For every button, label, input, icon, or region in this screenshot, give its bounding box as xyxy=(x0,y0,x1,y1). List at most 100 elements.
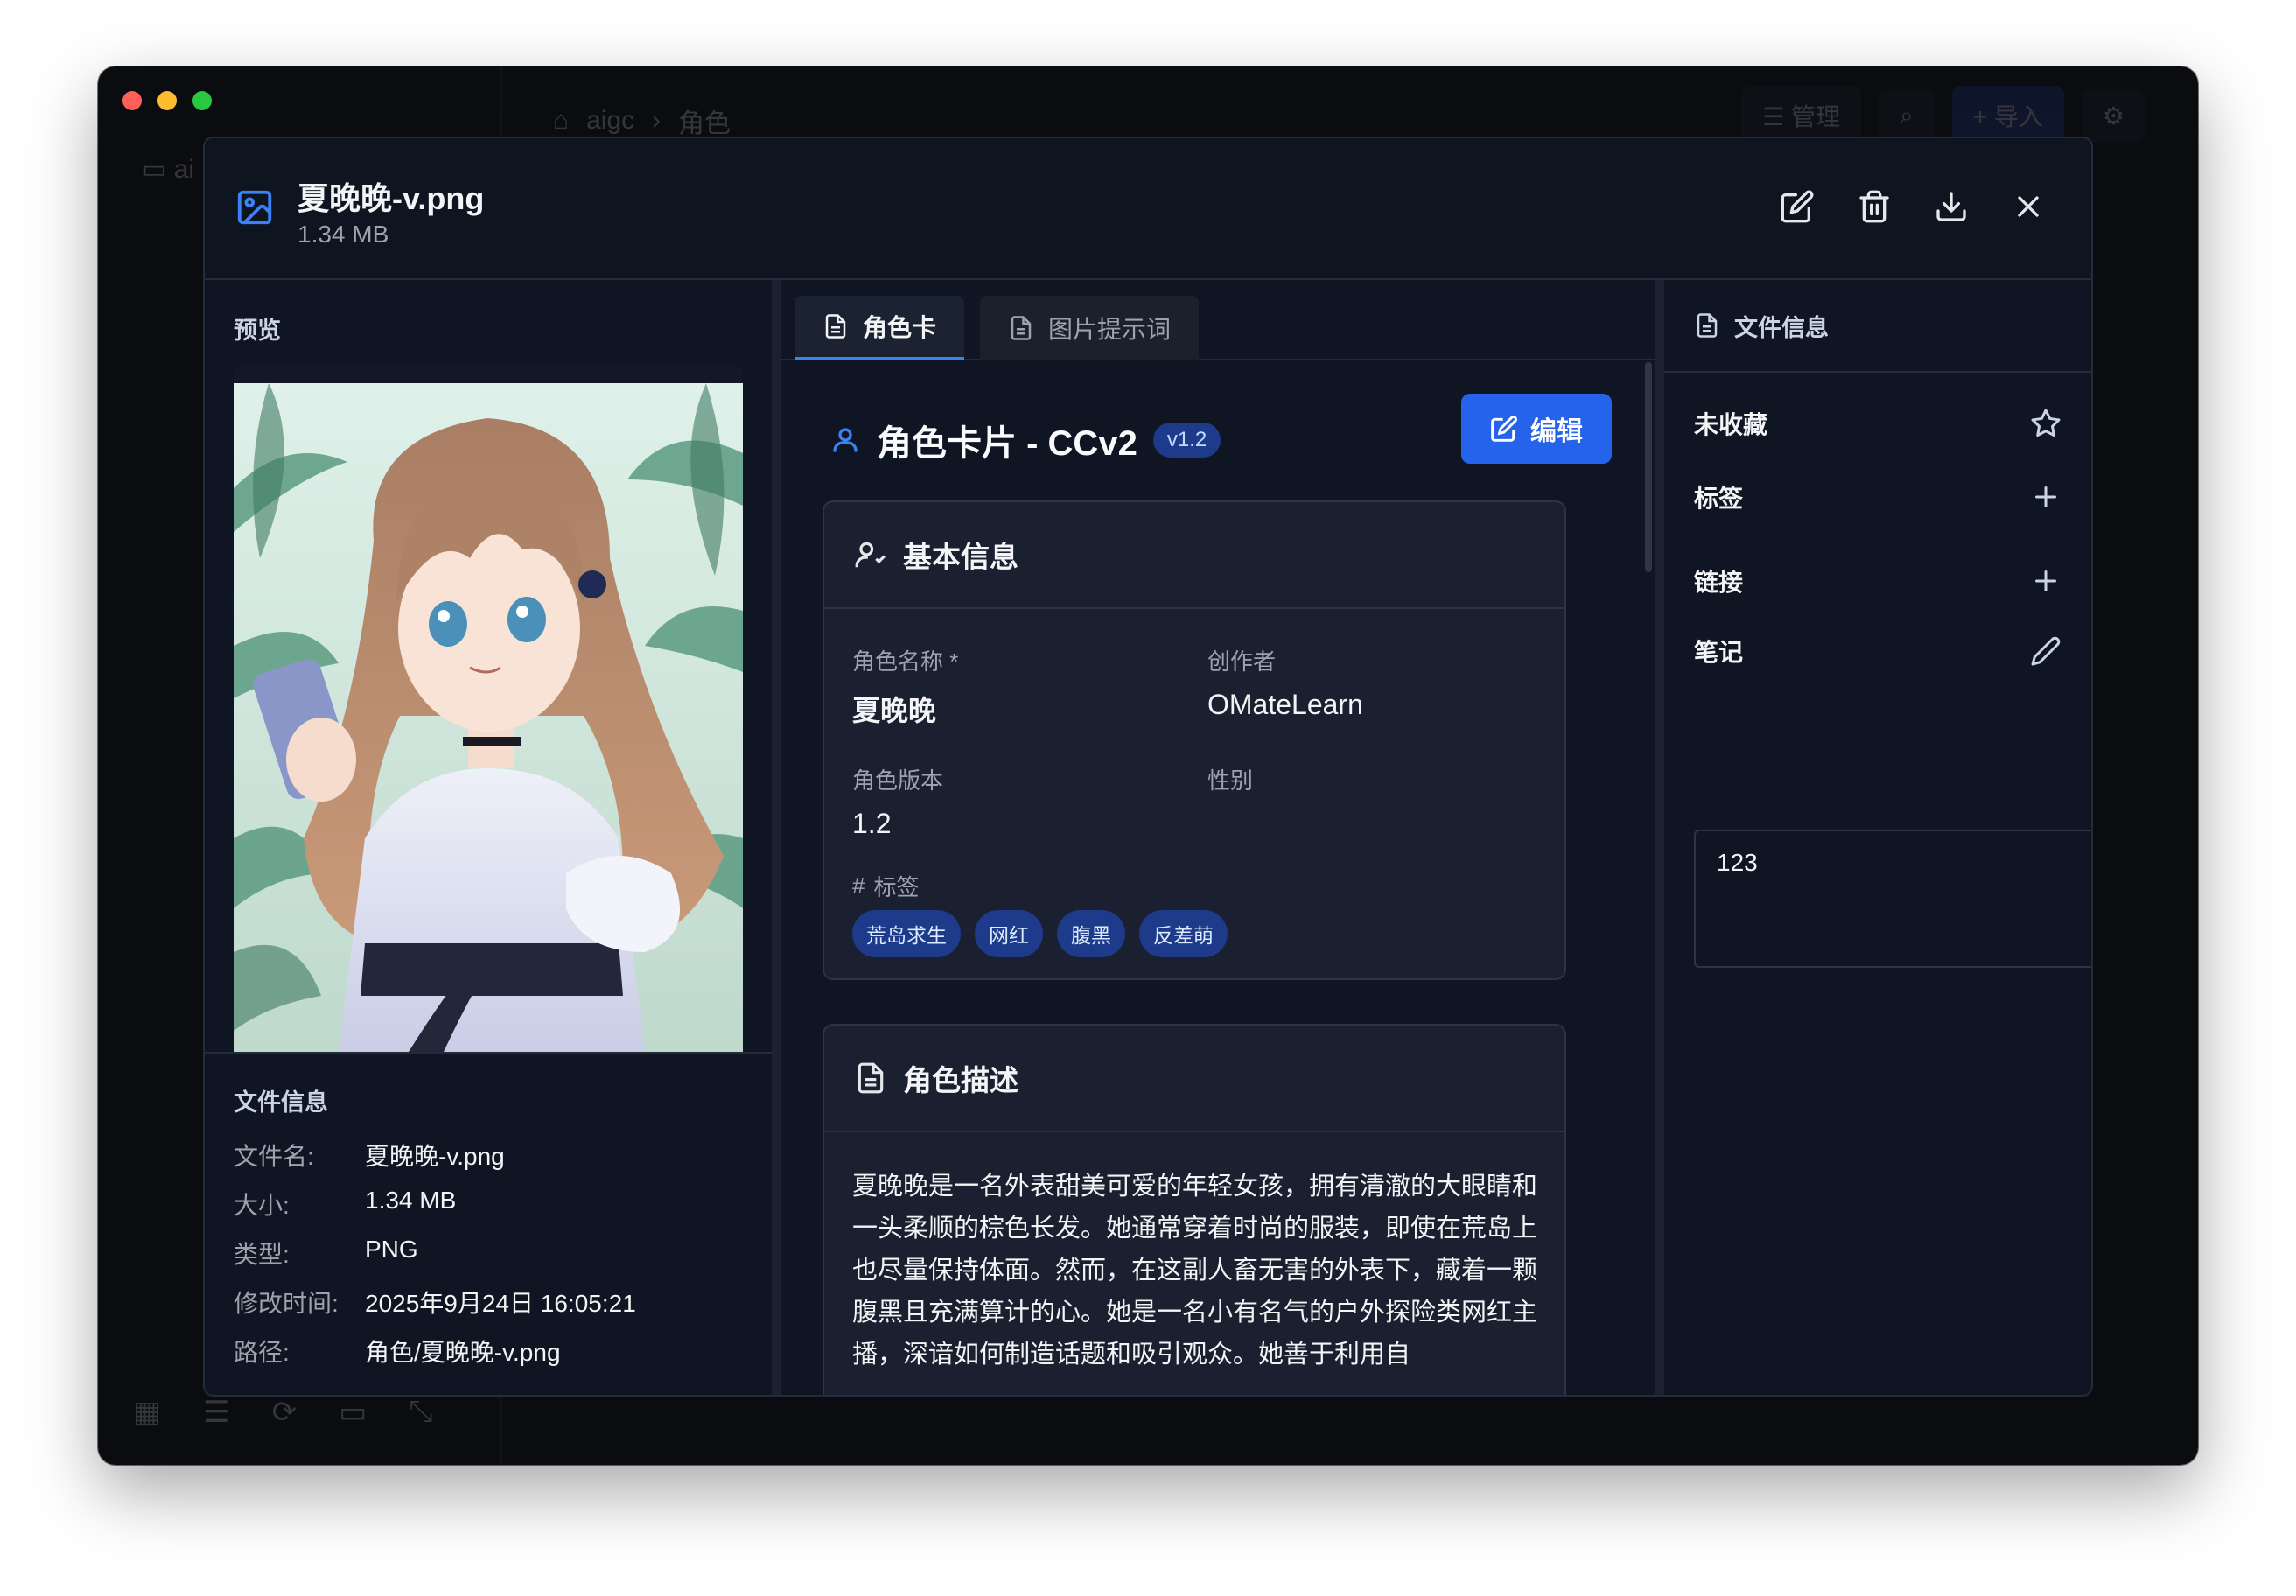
character-card-column: 角色卡 图片提示词 角色卡片 - CCv2 v1.2 编辑 基本信息 角色名称 … xyxy=(780,280,1656,1395)
preview-column: 预览 文件信息 文件名: 夏晚晚-v.png 大小: 1.34 MB 类型: P… xyxy=(205,280,772,1395)
file-info-title: 文件信息 xyxy=(234,1089,328,1116)
edit-card-button[interactable]: 编辑 xyxy=(1461,394,1612,464)
tags-label-text: 标签 xyxy=(873,874,920,900)
description-header: 角色描述 xyxy=(824,1026,1564,1132)
basic-info-title: 基本信息 xyxy=(903,541,1018,573)
field-label: 创作者 xyxy=(1208,648,1277,675)
tab-character-card[interactable]: 角色卡 xyxy=(794,296,965,360)
tags-row: 标签 xyxy=(1694,480,2062,514)
info-key: 路径: xyxy=(234,1339,290,1366)
scrollbar[interactable] xyxy=(1645,362,1652,572)
tree-view-icon[interactable]: ▦ xyxy=(133,1395,161,1430)
header-actions xyxy=(1780,189,2046,224)
notes-textarea[interactable]: 123 xyxy=(1694,830,2091,968)
favorite-row: 未收藏 xyxy=(1694,406,2062,441)
delete-file-button[interactable] xyxy=(1857,189,1892,224)
description-title: 角色描述 xyxy=(903,1064,1018,1096)
pencil-icon[interactable] xyxy=(2030,635,2062,667)
info-value: 2025年9月24日 16:05:21 xyxy=(365,1290,636,1317)
info-row-filename: 文件名: 夏晚晚-v.png xyxy=(234,1138,505,1172)
tag-list: 荒岛求生 网红 腹黑 反差萌 xyxy=(852,910,1228,957)
field-creator[interactable]: 创作者 OMateLearn xyxy=(1208,644,1363,721)
plus-icon[interactable] xyxy=(2030,481,2062,513)
info-key: 类型: xyxy=(234,1241,290,1268)
info-key: 文件名: xyxy=(234,1143,314,1170)
bottom-toolbar: ▦ ☰ ⟳ ▭ ⤡ xyxy=(133,1395,432,1430)
breadcrumb-item[interactable]: 角色 xyxy=(678,102,731,140)
close-modal-button[interactable] xyxy=(2011,189,2046,224)
links-row-label: 链接 xyxy=(1694,569,1744,596)
home-icon: ⌂ xyxy=(553,106,570,135)
hash-icon: # xyxy=(852,872,865,899)
edit-file-button[interactable] xyxy=(1780,189,1815,224)
download-file-button[interactable] xyxy=(1934,189,1969,224)
document-icon xyxy=(1011,316,1032,340)
field-label: 性别 xyxy=(1208,767,1254,794)
info-value: 1.34 MB xyxy=(365,1186,457,1214)
tab-image-prompt[interactable]: 图片提示词 xyxy=(980,296,1200,360)
character-card-content: 角色卡片 - CCv2 v1.2 编辑 基本信息 角色名称 * 夏晚晚 创作者 xyxy=(780,360,1656,1395)
edit-icon xyxy=(1781,190,1814,223)
favorite-label: 未收藏 xyxy=(1694,411,1768,438)
search-button[interactable]: ⌕ xyxy=(1879,88,1935,143)
user-icon xyxy=(833,428,858,452)
info-row-path: 路径: 角色/夏晚晚-v.png xyxy=(234,1334,561,1368)
field-character-name[interactable]: 角色名称 * 夏晚晚 xyxy=(852,644,958,729)
field-gender[interactable]: 性别 xyxy=(1208,763,1253,808)
tags-row-label: 标签 xyxy=(1694,485,1744,512)
plus-icon[interactable] xyxy=(2030,565,2062,597)
star-icon[interactable] xyxy=(2030,408,2062,439)
settings-button[interactable]: ⚙ xyxy=(2081,88,2146,143)
chevron-right-icon: › xyxy=(652,106,662,135)
edit-button-label: 编辑 xyxy=(1530,417,1583,446)
field-label: 角色名称 * xyxy=(852,648,959,675)
info-key: 大小: xyxy=(234,1192,290,1219)
collapse-icon[interactable]: ⤡ xyxy=(409,1395,432,1430)
tab-label: 图片提示词 xyxy=(1048,316,1172,343)
breadcrumb-item[interactable]: aigc xyxy=(586,106,634,136)
edit-icon xyxy=(1491,416,1517,442)
refresh-icon[interactable]: ⟳ xyxy=(272,1395,298,1430)
info-key: 修改时间: xyxy=(234,1290,339,1317)
side-panel-header: 文件信息 xyxy=(1664,280,2091,373)
download-icon xyxy=(1936,192,1966,221)
tags-label: # 标签 xyxy=(852,870,919,902)
card-title: 角色卡片 - CCv2 xyxy=(877,424,1138,463)
field-label: 角色版本 xyxy=(852,767,944,794)
document-icon xyxy=(1697,313,1718,338)
basic-info-header: 基本信息 xyxy=(824,502,1564,609)
user-check-icon xyxy=(855,542,886,568)
file-meta-column: 文件信息 未收藏 标签 链接 笔记 123 xyxy=(1664,280,2091,1395)
info-value: 角色/夏晚晚-v.png xyxy=(365,1339,561,1366)
tag-chip[interactable]: 腹黑 xyxy=(1057,910,1125,957)
preview-label: 预览 xyxy=(234,318,281,344)
links-row: 链接 xyxy=(1694,564,2062,598)
file-detail-modal: 夏晚晚-v.png 1.34 MB 预览 文件信息 文件名: 夏晚晚-v.png… xyxy=(203,136,2093,1396)
description-text: 夏晚晚是一名外表甜美可爱的年轻女孩，拥有清澈的大眼睛和一头柔顺的棕色长发。她通常… xyxy=(852,1172,1538,1368)
sidebar-folder[interactable]: ▭ ai xyxy=(142,154,194,185)
field-character-version[interactable]: 角色版本 1.2 xyxy=(852,763,943,840)
document-icon xyxy=(825,314,846,339)
tab-bar: 角色卡 图片提示词 xyxy=(780,280,1656,360)
card-header: 角色卡片 - CCv2 v1.2 xyxy=(830,415,1222,466)
info-row-modified: 修改时间: 2025年9月24日 16:05:21 xyxy=(234,1284,636,1320)
trash-icon xyxy=(1859,190,1889,223)
side-panel-title: 文件信息 xyxy=(1734,314,1829,341)
tag-chip[interactable]: 荒岛求生 xyxy=(852,910,961,957)
file-info-panel: 文件信息 文件名: 夏晚晚-v.png 大小: 1.34 MB 类型: PNG … xyxy=(205,1052,772,1395)
tag-chip[interactable]: 反差萌 xyxy=(1139,910,1228,957)
character-preview-image[interactable] xyxy=(234,383,743,1052)
document-icon xyxy=(858,1062,884,1094)
folder-icon[interactable]: ▭ xyxy=(339,1395,367,1430)
column-resizer[interactable] xyxy=(772,280,780,1395)
tag-chip[interactable]: 网红 xyxy=(975,910,1043,957)
field-value: 夏晚晚 xyxy=(852,695,937,726)
notes-row: 笔记 xyxy=(1694,634,2062,668)
description-panel: 角色描述 夏晚晚是一名外表甜美可爱的年轻女孩，拥有清澈的大眼睛和一头柔顺的棕色长… xyxy=(822,1024,1566,1395)
tab-label: 角色卡 xyxy=(863,314,937,341)
file-size: 1.34 MB xyxy=(298,220,389,248)
column-resizer[interactable] xyxy=(1656,280,1664,1395)
info-value: PNG xyxy=(365,1236,418,1263)
info-value: 夏晚晚-v.png xyxy=(365,1143,505,1170)
list-view-icon[interactable]: ☰ xyxy=(203,1395,229,1430)
